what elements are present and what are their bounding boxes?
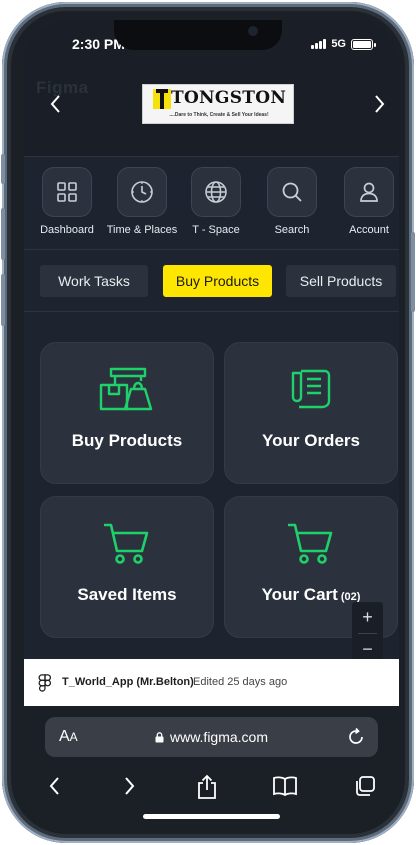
nav-time-places[interactable]: Time & Places	[106, 167, 178, 236]
category-tabs: Work Tasks Buy Products Sell Products	[24, 250, 399, 312]
card-saved-items[interactable]: Saved Items	[40, 496, 214, 638]
nav-dashboard[interactable]: Dashboard	[31, 167, 103, 236]
tab-sell-products[interactable]: Sell Products	[286, 265, 396, 297]
silent-switch	[1, 154, 5, 184]
phone-frame: 2:30 PM 5G Figma TONGSTON ....Dare to Th…	[1, 2, 415, 843]
figma-file-name[interactable]: T_World_App (Mr.Belton)	[62, 676, 194, 688]
shop-bag-icon	[41, 367, 213, 413]
dashboard-grid-icon	[42, 167, 92, 217]
zoom-in-button[interactable]: +	[352, 602, 383, 633]
status-indicators: 5G	[311, 38, 376, 50]
safari-browser-bar: AA www.figma.com	[24, 706, 399, 826]
figma-file-bar: T_World_App (Mr.Belton) Edited 25 days a…	[24, 659, 399, 706]
tab-work-tasks[interactable]: Work Tasks	[40, 265, 148, 297]
home-indicator[interactable]	[143, 814, 280, 819]
cart-icon	[225, 521, 397, 567]
url-label: www.figma.com	[169, 729, 269, 745]
address-bar[interactable]: AA www.figma.com	[45, 717, 378, 757]
nav-label-dashboard: Dashboard	[40, 224, 94, 236]
app-screen: Figma TONGSTON ....Dare to Think, Create…	[24, 68, 399, 664]
search-icon	[267, 167, 317, 217]
bookmarks-icon[interactable]	[270, 774, 300, 800]
logo-text: TONGSTON	[171, 88, 287, 108]
camera-icon	[248, 26, 258, 36]
tabs-icon[interactable]	[350, 774, 380, 800]
nav-t-space[interactable]: T - Space	[180, 167, 252, 236]
nav-label-t-space: T - Space	[192, 224, 240, 236]
nav-label-account: Account	[349, 224, 389, 236]
volume-up-button	[1, 208, 5, 260]
user-icon	[344, 167, 394, 217]
browser-forward-icon[interactable]	[114, 774, 144, 800]
nav-label-time-places: Time & Places	[106, 224, 178, 236]
app-header: Figma TONGSTON ....Dare to Think, Create…	[24, 68, 399, 156]
url-text: www.figma.com	[45, 729, 378, 745]
figma-logo-icon	[38, 674, 52, 692]
nav-label-search: Search	[274, 224, 310, 236]
tongston-logo: TONGSTON ....Dare to Think, Create & Sel…	[142, 84, 294, 124]
share-icon[interactable]	[192, 774, 222, 800]
figma-edited-time: Edited 25 days ago	[193, 676, 288, 688]
browser-back-icon[interactable]	[40, 774, 70, 800]
zoom-controls: + −	[352, 602, 383, 664]
cart-icon	[41, 521, 213, 567]
network-label: 5G	[331, 38, 346, 50]
tab-buy-products[interactable]: Buy Products	[163, 265, 272, 297]
screen: 2:30 PM 5G Figma TONGSTON ....Dare to Th…	[24, 20, 399, 826]
receipt-icon	[225, 367, 397, 413]
forward-arrow-icon[interactable]	[367, 92, 391, 116]
clock-icon	[117, 167, 167, 217]
main-nav: Dashboard Time & Places T - Space Search…	[24, 156, 399, 250]
card-label-buy-products: Buy Products	[71, 431, 183, 450]
lock-icon	[155, 732, 164, 743]
signal-icon	[311, 39, 327, 49]
card-buy-products[interactable]: Buy Products	[40, 342, 214, 484]
reload-icon[interactable]	[346, 727, 366, 747]
card-label-your-orders: Your Orders	[262, 431, 360, 450]
notch	[114, 20, 282, 50]
your-cart-label: Your Cart	[261, 585, 338, 604]
back-arrow-icon[interactable]	[44, 92, 68, 116]
card-label-saved-items: Saved Items	[77, 585, 177, 604]
status-bar: 2:30 PM 5G	[24, 20, 399, 68]
nav-search[interactable]: Search	[256, 167, 328, 236]
nav-account[interactable]: Account	[333, 167, 399, 236]
globe-icon	[191, 167, 241, 217]
battery-icon	[351, 38, 376, 50]
card-your-orders[interactable]: Your Orders	[224, 342, 398, 484]
volume-down-button	[1, 274, 5, 326]
power-button	[411, 232, 415, 312]
logo-tagline: ....Dare to Think, Create & Sell Your Id…	[169, 112, 269, 118]
